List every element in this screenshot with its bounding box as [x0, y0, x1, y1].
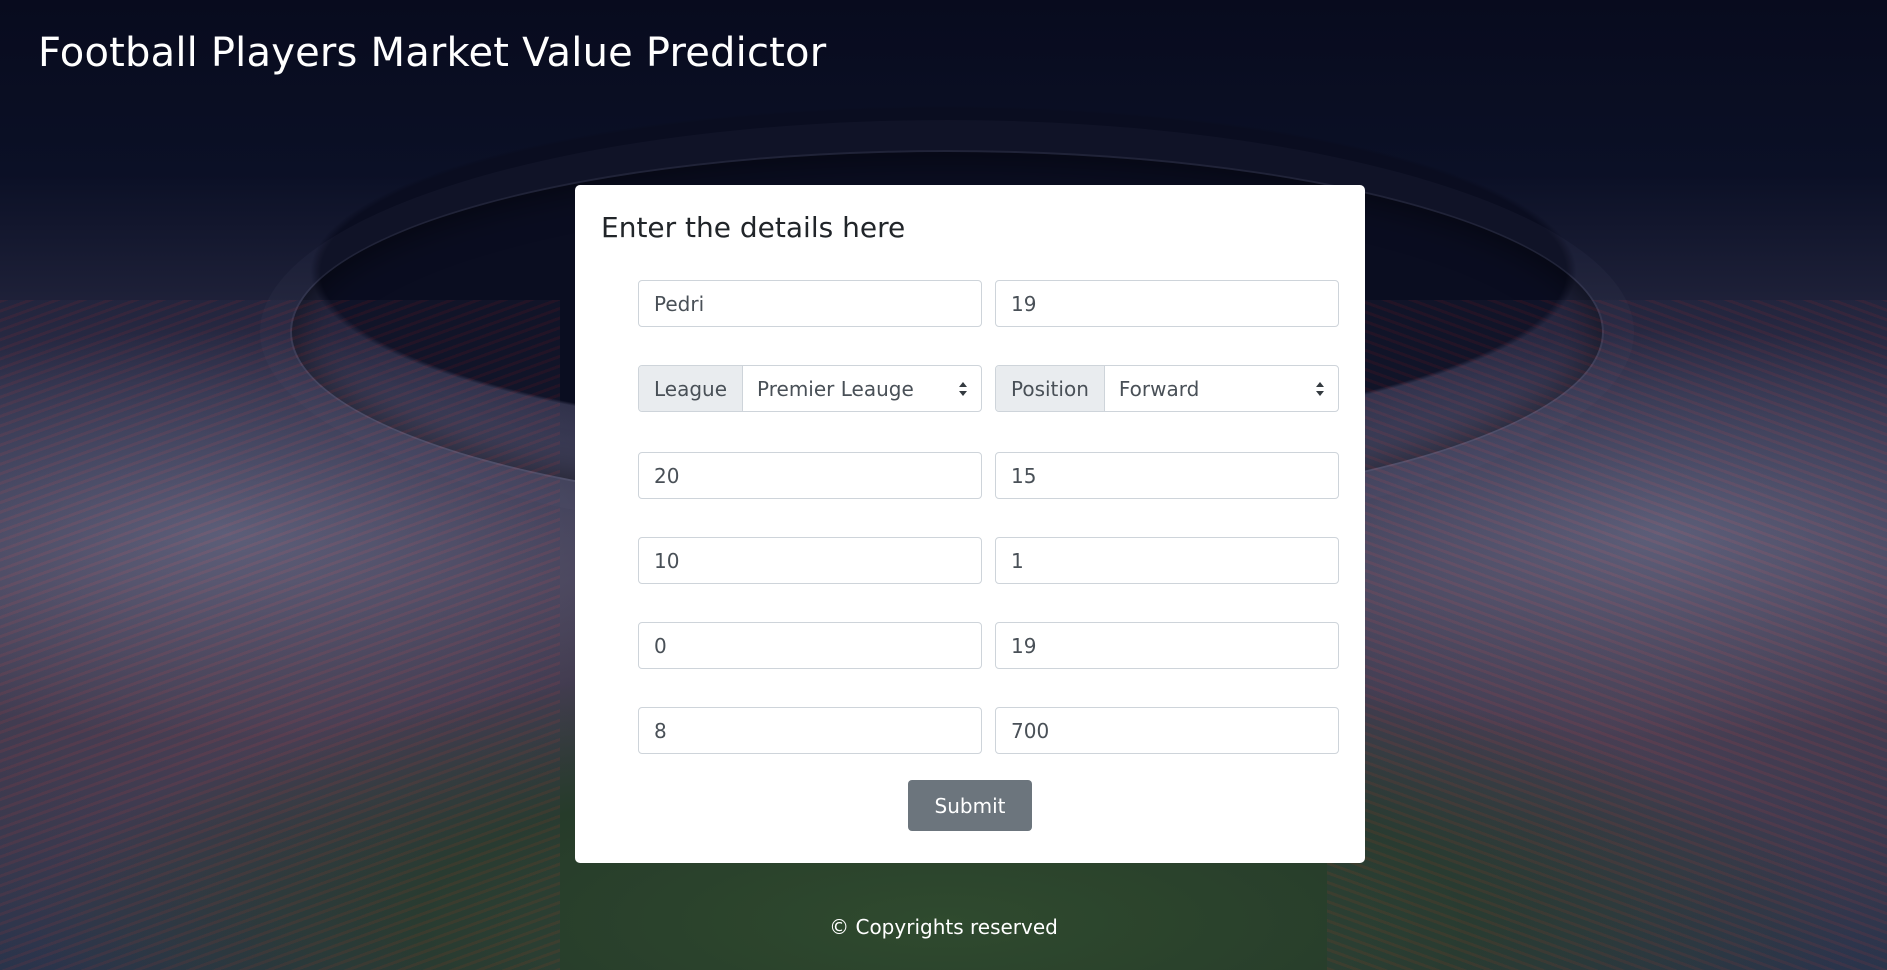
stat-input-r3c1[interactable] [638, 452, 982, 499]
league-label: League [639, 366, 744, 411]
league-select-group: League Premier Leauge [638, 365, 982, 412]
form-heading: Enter the details here [601, 211, 906, 244]
player-name-input[interactable] [638, 280, 982, 327]
position-label: Position [996, 366, 1105, 411]
details-form-card: Enter the details here League Premier Le… [575, 185, 1365, 863]
stat-input-r5c2[interactable] [995, 622, 1339, 669]
stadium-stands-left [0, 300, 560, 970]
stat-input-r5c1[interactable] [638, 622, 982, 669]
league-select[interactable]: Premier Leauge [743, 366, 981, 411]
stat-input-r4c2[interactable] [995, 537, 1339, 584]
sort-caret-icon [957, 379, 969, 399]
position-select[interactable]: Forward [1105, 366, 1338, 411]
stat-input-r6c1[interactable] [638, 707, 982, 754]
page-title: Football Players Market Value Predictor [38, 30, 827, 76]
league-selected-value: Premier Leauge [757, 376, 914, 401]
player-age-input[interactable] [995, 280, 1339, 327]
stadium-stands-right [1327, 300, 1887, 970]
stat-input-r4c1[interactable] [638, 537, 982, 584]
submit-button[interactable]: Submit [908, 780, 1032, 831]
position-select-group: Position Forward [995, 365, 1339, 412]
sort-caret-icon [1314, 379, 1326, 399]
stat-input-r3c2[interactable] [995, 452, 1339, 499]
footer-copyright: © Copyrights reserved [829, 915, 1058, 939]
stat-input-r6c2[interactable] [995, 707, 1339, 754]
position-selected-value: Forward [1118, 376, 1200, 401]
